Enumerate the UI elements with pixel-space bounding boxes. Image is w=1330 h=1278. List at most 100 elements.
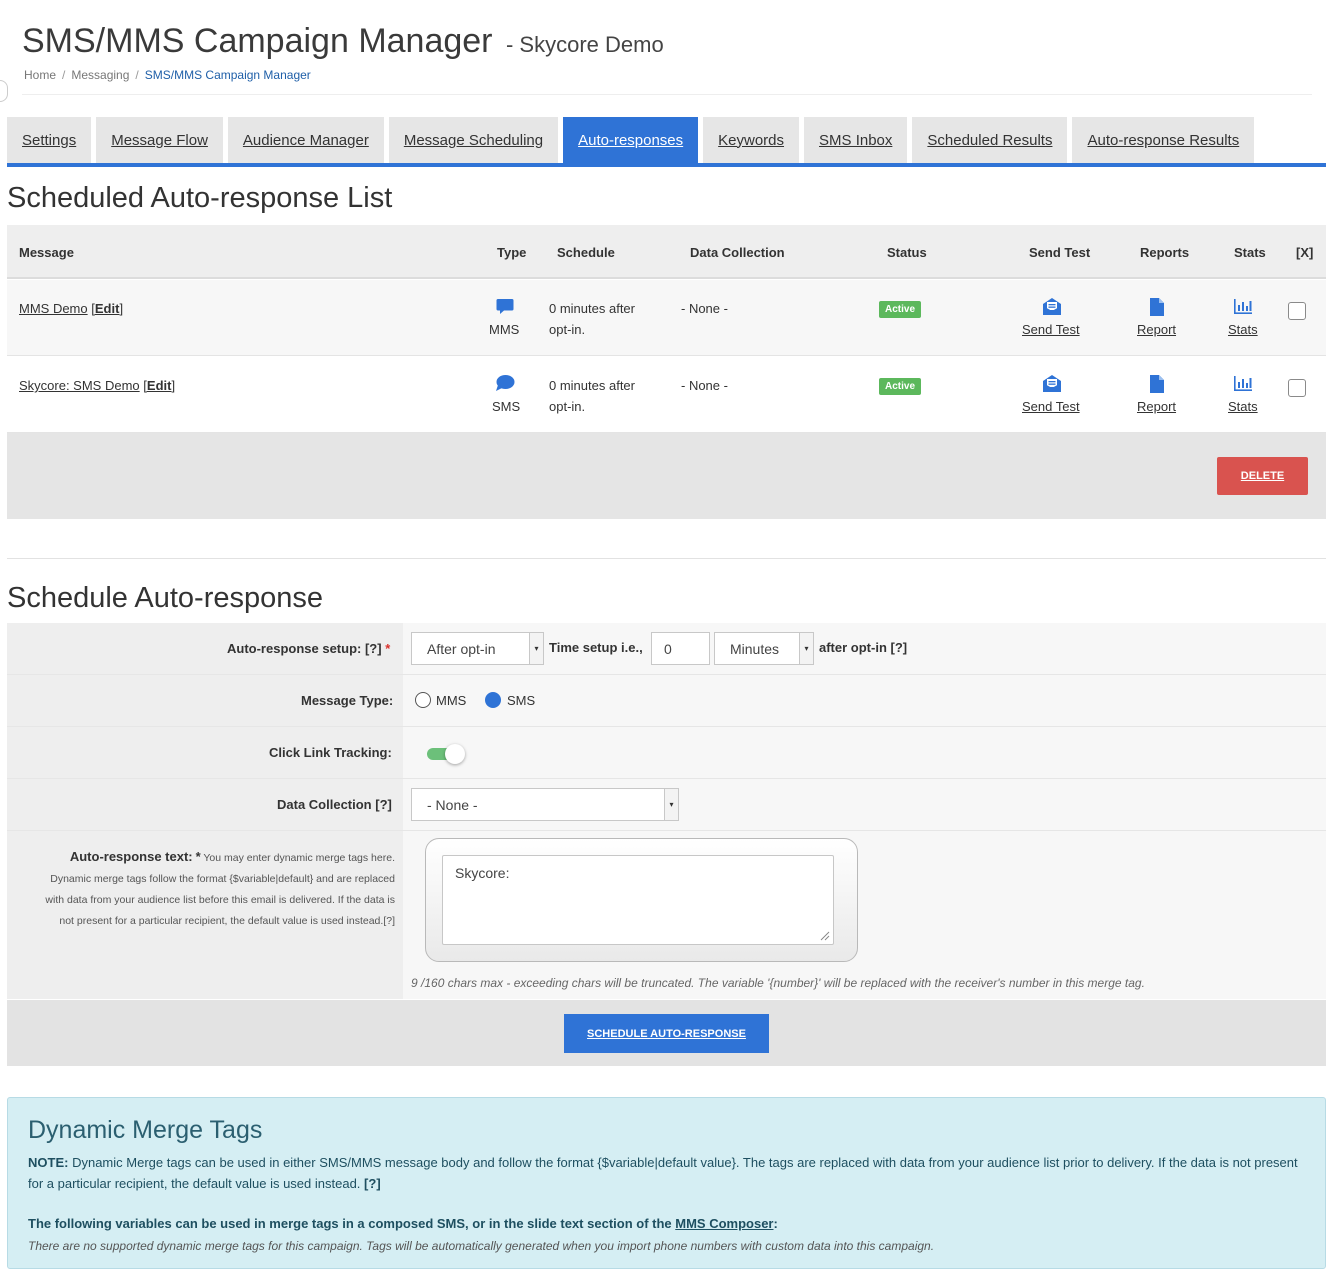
- char-count-note: 9 /160 chars max - exceeding chars will …: [411, 976, 1145, 990]
- breadcrumb-home[interactable]: Home: [24, 68, 56, 82]
- delete-button[interactable]: DELETE: [1217, 457, 1308, 495]
- column-header-send-test: Send Test: [1029, 245, 1091, 260]
- bar-chart-icon[interactable]: [1233, 375, 1253, 397]
- schedule-line: opt-in.: [549, 322, 586, 337]
- breadcrumb: Home / Messaging / SMS/MMS Campaign Manager: [24, 68, 311, 82]
- schedule-auto-response-button[interactable]: SCHEDULE AUTO-RESPONSE: [564, 1014, 769, 1053]
- message-link[interactable]: Skycore: SMS Demo: [19, 378, 140, 393]
- tab-bar: Settings Message Flow Audience Manager M…: [7, 117, 1259, 163]
- column-header-data-collection: Data Collection: [690, 245, 785, 260]
- stats-link[interactable]: Stats: [1228, 322, 1258, 337]
- status-badge: Active: [879, 378, 922, 395]
- toggle-knob[interactable]: [445, 744, 465, 764]
- time-value-input[interactable]: 0: [651, 632, 710, 665]
- document-icon[interactable]: [1149, 374, 1165, 399]
- speech-bubble-square-icon: [496, 298, 514, 321]
- merge-tags-empty-note: There are no supported dynamic merge tag…: [28, 1239, 935, 1253]
- breadcrumb-messaging[interactable]: Messaging: [71, 68, 129, 82]
- radio-mms[interactable]: [415, 692, 431, 708]
- tab-keywords[interactable]: Keywords: [703, 117, 800, 163]
- schedule-line: 0 minutes after: [549, 301, 635, 316]
- breadcrumb-separator: /: [62, 68, 66, 82]
- form-value-cell: [403, 675, 1326, 726]
- merge-tags-variables-heading: The following variables can be used in m…: [28, 1216, 778, 1231]
- status-badge: Active: [879, 301, 922, 318]
- textarea-value: Skycore:: [455, 865, 510, 881]
- section-divider: [7, 558, 1326, 559]
- list-heading: Scheduled Auto-response List: [7, 182, 393, 214]
- envelope-open-icon[interactable]: [1042, 374, 1062, 399]
- edit-link[interactable]: [Edit]: [143, 378, 175, 393]
- data-collection-label: Data Collection [?]: [277, 797, 392, 812]
- schedule-line: opt-in.: [549, 399, 586, 414]
- report-link[interactable]: Report: [1137, 322, 1176, 337]
- message-cell: MMS Demo [Edit]: [19, 301, 123, 316]
- column-header-select: [X]: [1296, 245, 1314, 260]
- header-divider: [22, 94, 1312, 95]
- radio-sms-label[interactable]: SMS: [507, 693, 535, 708]
- schedule-cell: 0 minutes after opt-in.: [549, 298, 635, 340]
- merge-tags-title: Dynamic Merge Tags: [28, 1116, 263, 1144]
- variables-colon: :: [773, 1216, 778, 1231]
- form-value-cell: [403, 727, 1326, 778]
- message-link[interactable]: MMS Demo: [19, 301, 88, 316]
- table-row: Skycore: SMS Demo [Edit] SMS 0 minutes a…: [7, 357, 1326, 433]
- variables-text: The following variables can be used in m…: [28, 1216, 672, 1231]
- table-row: MMS Demo [Edit] MMS 0 minutes after opt-…: [7, 280, 1326, 356]
- time-unit-select[interactable]: Minutes ▾: [714, 632, 814, 665]
- stats-link[interactable]: Stats: [1228, 399, 1258, 414]
- report-link[interactable]: Report: [1137, 399, 1176, 414]
- breadcrumb-current[interactable]: SMS/MMS Campaign Manager: [145, 68, 311, 82]
- edit-label: Edit: [146, 378, 172, 393]
- mms-composer-link[interactable]: MMS Composer: [675, 1216, 773, 1231]
- tab-message-scheduling[interactable]: Message Scheduling: [388, 117, 559, 163]
- side-handle[interactable]: [0, 80, 8, 102]
- setup-label-text: Auto-response setup: [?]: [227, 641, 382, 656]
- help-line: You may enter dynamic merge tags here.: [203, 852, 395, 864]
- message-type-label: Message Type:: [301, 693, 394, 708]
- setup-select[interactable]: After opt-in ▾: [411, 632, 544, 665]
- bar-chart-icon[interactable]: [1233, 298, 1253, 320]
- resize-handle-icon[interactable]: [820, 931, 830, 941]
- data-collection-select[interactable]: - None - ▾: [411, 788, 679, 821]
- row-select-checkbox[interactable]: [1288, 302, 1306, 320]
- auto-response-textarea[interactable]: Skycore:: [442, 855, 834, 945]
- chevron-down-icon: ▾: [664, 789, 678, 820]
- speech-bubble-round-icon: [495, 374, 515, 397]
- edit-link[interactable]: [Edit]: [91, 301, 123, 316]
- tab-settings[interactable]: Settings: [7, 117, 92, 163]
- message-cell: Skycore: SMS Demo [Edit]: [19, 378, 175, 393]
- document-icon[interactable]: [1149, 297, 1165, 322]
- send-test-link[interactable]: Send Test: [1022, 322, 1080, 337]
- radio-sms[interactable]: [485, 692, 501, 708]
- help-line: not present for a particular recipient, …: [59, 915, 395, 927]
- tab-message-flow[interactable]: Message Flow: [96, 117, 223, 163]
- required-mark: *: [195, 849, 201, 864]
- time-setup-label: Time setup i.e.,: [549, 640, 643, 655]
- tab-sms-inbox[interactable]: SMS Inbox: [804, 117, 908, 163]
- tab-audience-manager[interactable]: Audience Manager: [227, 117, 384, 163]
- edit-label: Edit: [94, 301, 120, 316]
- note-label: NOTE:: [28, 1155, 69, 1170]
- envelope-open-icon[interactable]: [1042, 297, 1062, 322]
- tab-scheduled-results[interactable]: Scheduled Results: [912, 117, 1068, 163]
- note-help[interactable]: [?]: [364, 1176, 381, 1191]
- auto-response-text-label: Auto-response text:: [69, 849, 193, 864]
- data-collection-cell: - None -: [681, 301, 728, 316]
- tab-auto-responses[interactable]: Auto-responses: [563, 117, 699, 163]
- merge-tags-note: NOTE: Dynamic Merge tags can be used in …: [28, 1152, 1308, 1194]
- column-header-type: Type: [497, 245, 527, 260]
- column-header-message: Message: [19, 245, 74, 260]
- tab-underline: [7, 163, 1326, 167]
- schedule-line: 0 minutes after: [549, 378, 635, 393]
- breadcrumb-separator: /: [135, 68, 139, 82]
- type-label: MMS: [489, 322, 520, 337]
- data-collection-value: - None -: [427, 796, 478, 813]
- time-unit-value: Minutes: [730, 640, 780, 657]
- radio-mms-label[interactable]: MMS: [436, 693, 466, 708]
- send-test-link[interactable]: Send Test: [1022, 399, 1080, 414]
- tab-auto-response-results[interactable]: Auto-response Results: [1072, 117, 1255, 163]
- column-header-status: Status: [887, 245, 927, 260]
- row-select-checkbox[interactable]: [1288, 379, 1306, 397]
- setup-select-value: After opt-in: [427, 640, 496, 657]
